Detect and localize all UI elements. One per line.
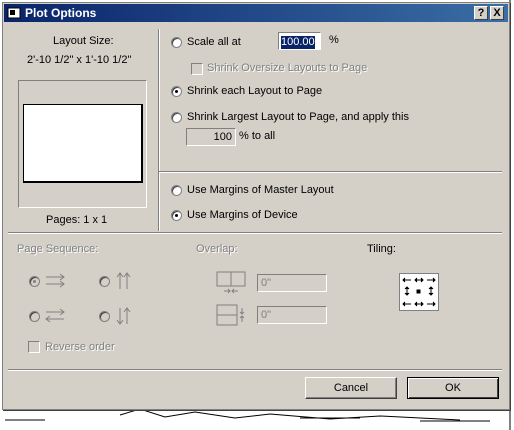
layout-size-label: Layout Size:	[53, 35, 114, 47]
margins-master-radio[interactable]	[171, 185, 182, 196]
sequence-vertical-radio[interactable]	[99, 276, 110, 287]
preview-page	[23, 104, 143, 183]
margins-device-radio[interactable]	[171, 210, 182, 221]
vertical-overlap-icon	[216, 304, 248, 331]
sequence-vertical-reverse-radio[interactable]	[99, 311, 110, 322]
reverse-order-label: Reverse order	[45, 341, 115, 353]
vertical-divider	[158, 29, 160, 231]
scale-all-input[interactable]: 100.00	[278, 32, 321, 50]
reverse-order-checkbox[interactable]	[28, 341, 40, 353]
app-icon	[7, 6, 21, 20]
help-button[interactable]: ?	[474, 6, 488, 20]
scale-percent-label: %	[329, 34, 339, 46]
horizontal-reverse-sequence-icon	[44, 307, 68, 328]
tiling-grid-icon[interactable]	[399, 273, 439, 311]
close-button[interactable]: X	[490, 6, 504, 20]
scale-all-radio[interactable]	[171, 37, 182, 48]
title-bar[interactable]: Plot Options ? X	[4, 4, 508, 22]
shrink-each-radio[interactable]	[171, 86, 182, 97]
scale-all-value: 100.00	[281, 36, 315, 49]
horizontal-sequence-icon	[44, 272, 68, 293]
shrink-largest-radio[interactable]	[171, 112, 182, 123]
vertical-sequence-icon	[114, 271, 134, 294]
cancel-button[interactable]: Cancel	[305, 377, 397, 399]
shrink-each-label: Shrink each Layout to Page	[187, 85, 323, 97]
selected-dot	[175, 90, 178, 93]
ok-button[interactable]: OK	[407, 377, 499, 399]
shrink-oversize-checkbox[interactable]	[191, 63, 203, 75]
vertical-reverse-sequence-icon	[114, 306, 134, 329]
dialog-title: Plot Options	[25, 6, 97, 20]
horizontal-overlap-icon	[216, 271, 248, 298]
plot-options-dialog: Plot Options ? X Layout Size: 2'-10 1/2"…	[2, 2, 510, 410]
tiling-label: Tiling:	[367, 243, 396, 255]
margins-device-label: Use Margins of Device	[187, 209, 298, 221]
page-sequence-label: Page Sequence:	[17, 243, 99, 255]
sequence-horizontal-reverse-radio[interactable]	[29, 311, 40, 322]
layout-preview	[18, 80, 147, 208]
divider-main-sequence	[8, 232, 502, 234]
apply-percent-input[interactable]: 100	[186, 128, 236, 146]
sequence-horizontal-radio[interactable]	[29, 276, 40, 287]
shrink-oversize-label: Shrink Oversize Layouts to Page	[207, 62, 368, 74]
divider-scaling-margins	[159, 171, 502, 173]
selected-dot	[175, 214, 178, 217]
overlap-vertical-input[interactable]: 0"	[257, 306, 327, 324]
overlap-horizontal-input[interactable]: 0"	[257, 274, 327, 292]
apply-suffix-label: % to all	[239, 130, 276, 142]
divider-buttons	[8, 369, 502, 371]
layout-size-value: 2'-10 1/2" x 1'-10 1/2"	[27, 54, 132, 66]
margins-master-label: Use Margins of Master Layout	[187, 184, 334, 196]
overlap-label: Overlap:	[196, 243, 238, 255]
shrink-largest-label: Shrink Largest Layout to Page, and apply…	[187, 111, 409, 123]
pages-count: Pages: 1 x 1	[46, 214, 108, 226]
selected-dot	[33, 280, 36, 283]
scale-all-label: Scale all at	[187, 36, 241, 48]
